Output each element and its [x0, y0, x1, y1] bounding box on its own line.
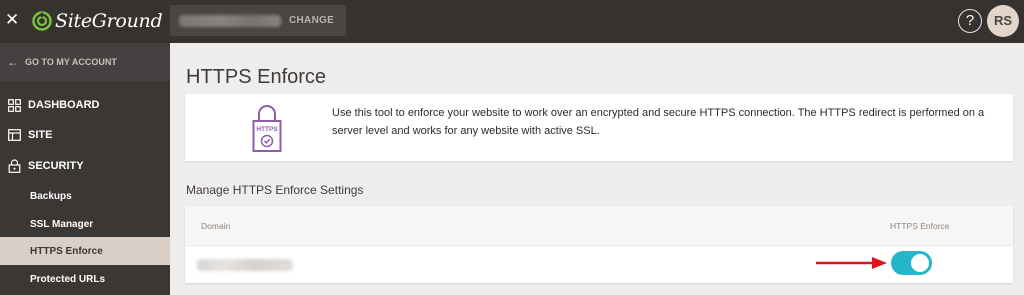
sidebar-item-label: SECURITY [28, 160, 84, 172]
sidebar-item-site[interactable]: SITE [0, 120, 170, 150]
sidebar-subitem-ssl-manager[interactable]: SSL Manager [0, 210, 170, 238]
sidebar-item-security[interactable]: SECURITY [0, 151, 170, 181]
info-description: Use this tool to enforce your website to… [332, 107, 985, 137]
help-icon[interactable]: ? [958, 9, 982, 33]
https-enforce-toggle[interactable] [891, 251, 932, 275]
blurred-site-name [179, 14, 281, 27]
avatar[interactable]: RS [987, 5, 1019, 37]
table-header: Domain HTTPS Enforce [185, 206, 1013, 246]
column-header-https-enforce: HTTPS Enforce [890, 221, 950, 231]
close-icon[interactable]: ✕ [5, 9, 21, 31]
sidebar-item-label: SITE [28, 129, 53, 141]
siteground-swirl-icon [32, 11, 52, 31]
sidebar-item-label: DASHBOARD [28, 99, 100, 111]
https-enforce-table: Domain HTTPS Enforce [185, 206, 1013, 283]
dashboard-grid-icon [8, 98, 21, 112]
sidebar-subitem-protected-urls[interactable]: Protected URLs [0, 265, 170, 293]
https-lock-label: HTTPS [256, 126, 278, 133]
sidebar-subitem-backups[interactable]: Backups [0, 182, 170, 210]
site-switcher[interactable]: CHANGE [170, 5, 346, 36]
lock-icon [8, 159, 21, 173]
info-card: HTTPS Use this tool to enforce your webs… [185, 94, 1013, 161]
toggle-knob [911, 254, 929, 272]
sidebar-subitem-https-enforce[interactable]: HTTPS Enforce [0, 237, 170, 265]
sidebar: ← GO TO MY ACCOUNT DASHBOARD SITE SECURI… [0, 43, 170, 295]
brand-name: SiteGround [55, 10, 163, 32]
top-bar: ✕ SiteGround CHANGE ? RS [0, 0, 1024, 43]
back-link-label: GO TO MY ACCOUNT [25, 57, 117, 67]
go-to-my-account-link[interactable]: ← GO TO MY ACCOUNT [0, 43, 170, 81]
sidebar-item-dashboard[interactable]: DASHBOARD [0, 90, 170, 120]
column-header-domain: Domain [201, 221, 231, 231]
site-window-icon [8, 129, 21, 141]
siteground-logo[interactable]: SiteGround [32, 7, 163, 35]
blurred-domain-name [197, 259, 293, 271]
https-lock-icon: HTTPS [252, 105, 282, 152]
red-annotation-arrow [816, 257, 887, 269]
arrow-left-icon: ← [7, 55, 19, 69]
change-site-button[interactable]: CHANGE [289, 15, 334, 26]
page-title: HTTPS Enforce [186, 66, 327, 88]
settings-section-title: Manage HTTPS Enforce Settings [186, 183, 364, 197]
